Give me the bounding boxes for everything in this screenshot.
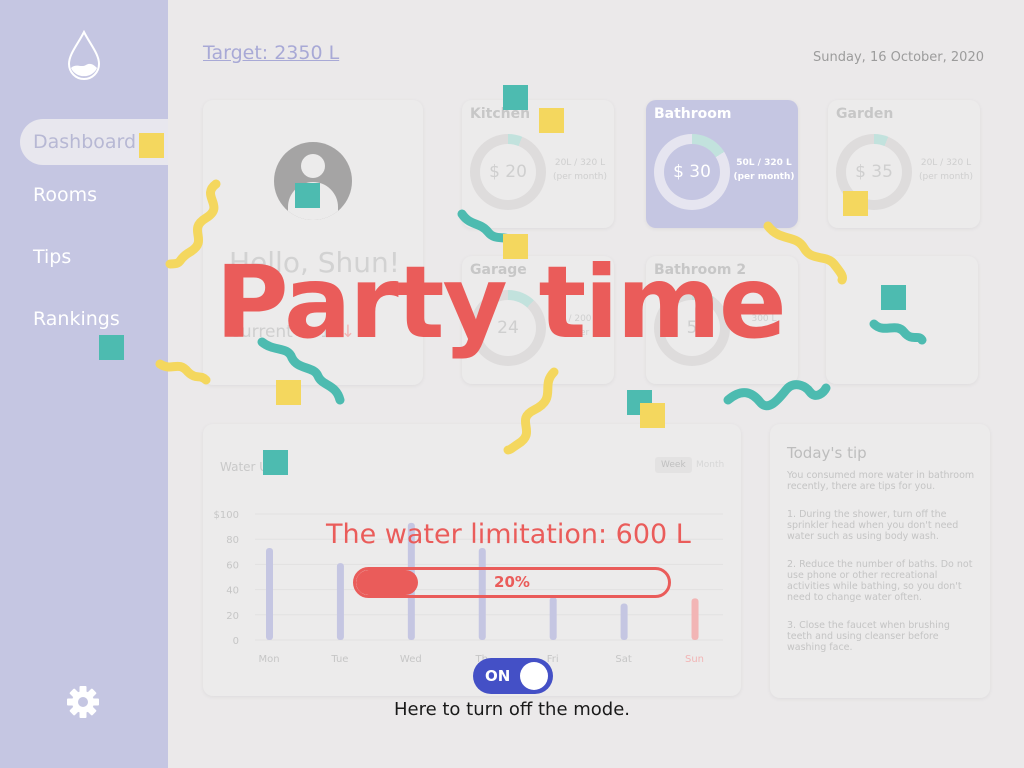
confetti-squiggle: [723, 380, 831, 411]
confetti-square: [139, 133, 164, 158]
water-limit-text: The water limitation: 600 L: [326, 519, 691, 550]
limit-progress-bar: 20%: [353, 567, 671, 598]
confetti-square: [295, 183, 320, 208]
confetti-square: [843, 191, 868, 216]
confetti-layer: [99, 85, 927, 475]
progress-label: 20%: [494, 573, 530, 591]
party-mode-toggle[interactable]: ON: [473, 658, 553, 694]
confetti-squiggle: [155, 359, 211, 385]
confetti-square: [263, 450, 288, 475]
toggle-label: ON: [485, 667, 511, 685]
confetti-square: [276, 380, 301, 405]
party-headline: Party time: [215, 244, 786, 361]
confetti-square: [640, 403, 665, 428]
confetti-squiggle: [503, 367, 559, 455]
toggle-knob: [520, 662, 548, 690]
confetti-square: [503, 85, 528, 110]
toggle-hint: Here to turn off the mode.: [393, 699, 631, 720]
confetti-square: [539, 108, 564, 133]
